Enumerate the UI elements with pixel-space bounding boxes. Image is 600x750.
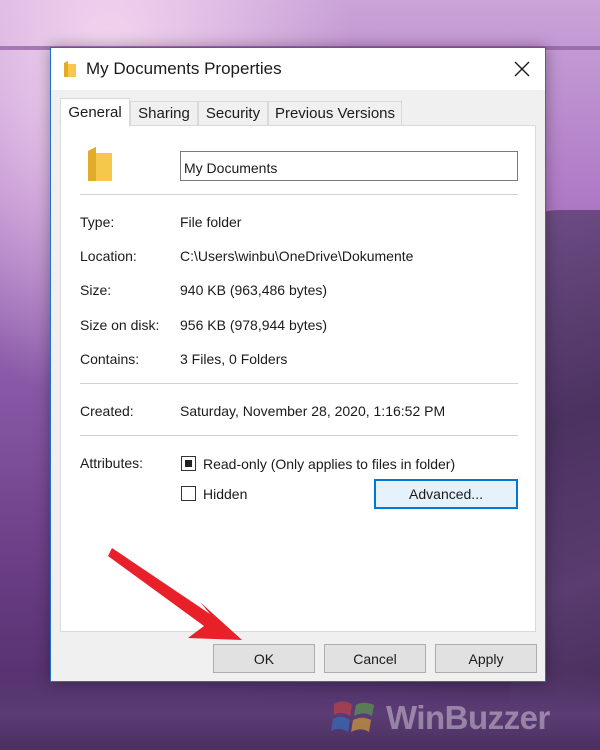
- type-value: File folder: [180, 214, 242, 230]
- size-on-disk-label: Size on disk:: [80, 317, 160, 333]
- advanced-button[interactable]: Advanced...: [374, 479, 518, 509]
- red-arrow-annotation: [108, 548, 242, 640]
- hidden-checkbox[interactable]: [181, 486, 196, 501]
- apply-button[interactable]: Apply: [435, 644, 537, 673]
- folder-icon: [64, 61, 76, 77]
- location-label: Location:: [80, 248, 137, 264]
- attributes-label: Attributes:: [80, 455, 144, 471]
- separator: [80, 383, 518, 384]
- size-value: 940 KB (963,486 bytes): [180, 282, 328, 298]
- folder-name-input[interactable]: [180, 151, 518, 181]
- tab-general[interactable]: General: [60, 98, 130, 127]
- tab-sharing[interactable]: Sharing: [130, 101, 198, 125]
- contains-label: Contains:: [80, 351, 140, 367]
- window-title: My Documents Properties: [86, 59, 282, 78]
- location-value: C:\Users\winbu\OneDrive\Dokumente: [180, 248, 414, 264]
- folder-icon: [88, 147, 112, 181]
- created-label: Created:: [80, 403, 134, 419]
- type-label: Type:: [80, 214, 115, 230]
- tab-security[interactable]: Security: [198, 101, 268, 125]
- hidden-label[interactable]: Hidden: [203, 486, 247, 502]
- created-value: Saturday, November 28, 2020, 1:16:52 PM: [180, 403, 446, 419]
- contains-value: 3 Files, 0 Folders: [180, 351, 288, 367]
- readonly-checkbox[interactable]: [181, 456, 196, 471]
- size-on-disk-value: 956 KB (978,944 bytes): [180, 317, 328, 333]
- winbuzzer-logo-icon: [331, 701, 374, 732]
- readonly-label[interactable]: Read-only (Only applies to files in fold…: [203, 456, 455, 472]
- separator: [80, 194, 518, 195]
- title-bar[interactable]: My Documents Properties: [51, 48, 545, 90]
- indeterminate-mark: [185, 460, 192, 467]
- separator: [80, 435, 518, 436]
- close-icon: [514, 61, 530, 77]
- size-label: Size:: [80, 282, 112, 298]
- close-button[interactable]: [499, 48, 545, 90]
- watermark: WinBuzzer: [330, 692, 600, 744]
- cancel-button[interactable]: Cancel: [324, 644, 426, 673]
- tab-previous-versions[interactable]: Previous Versions: [268, 101, 402, 125]
- watermark-text: WinBuzzer: [386, 699, 550, 736]
